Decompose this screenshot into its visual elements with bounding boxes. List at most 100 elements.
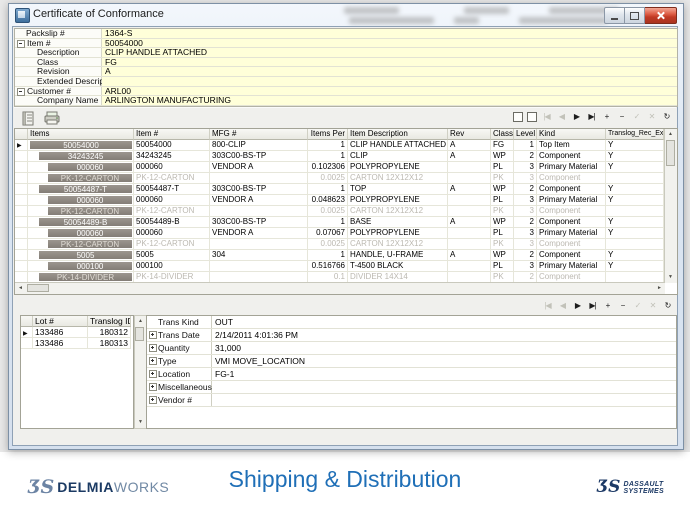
column-header-per[interactable]: Items Per	[308, 129, 348, 140]
detail-row[interactable]: TypeVMI MOVE_LOCATION	[147, 355, 676, 368]
column-header-tre[interactable]: Translog_Rec_Exist	[606, 129, 664, 140]
cell-items[interactable]: 000060	[28, 228, 134, 239]
scrollbar-thumb[interactable]	[135, 327, 144, 341]
cell-kind[interactable]: Component	[537, 151, 606, 162]
cell-level[interactable]: 3	[514, 195, 537, 206]
vertical-scrollbar[interactable]: ▲▼	[664, 129, 677, 283]
form-field-value[interactable]: ARLINGTON MANUFACTURING	[102, 96, 677, 105]
form-field-value[interactable]: A	[102, 67, 677, 76]
bom-tree-node[interactable]: 5005	[39, 251, 132, 259]
cell-desc[interactable]: CARTON 12X12X12	[348, 239, 448, 250]
cell-desc[interactable]: POLYPROPYLENE	[348, 162, 448, 173]
cell-item[interactable]: 000060	[134, 162, 210, 173]
expand-icon[interactable]	[149, 357, 157, 365]
form-field-value[interactable]: 1364-S	[102, 29, 677, 38]
cell-sel[interactable]	[15, 239, 28, 250]
column-header-lot[interactable]: Lot #	[33, 316, 88, 327]
cell-item[interactable]: 50054487-T	[134, 184, 210, 195]
cell-level[interactable]: 3	[514, 261, 537, 272]
cell-per[interactable]: 0.0025	[308, 239, 348, 250]
cell-sel[interactable]	[15, 184, 28, 195]
cell-items[interactable]: 5005	[28, 250, 134, 261]
cell-rev[interactable]	[448, 206, 491, 217]
cell-cls[interactable]: WP	[491, 217, 514, 228]
cell-sel[interactable]	[15, 217, 28, 228]
last-record-button[interactable]: ▶|	[586, 111, 597, 123]
cell-mfg[interactable]: VENDOR A	[210, 162, 308, 173]
cell-rev[interactable]: A	[448, 140, 491, 151]
detail-value[interactable]: 2/14/2011 4:01:36 PM	[215, 330, 676, 340]
table-row[interactable]: 000060000060VENDOR A0.07067POLYPROPYLENE…	[15, 228, 677, 239]
cell-sel[interactable]	[15, 162, 28, 173]
detail-value[interactable]: FG-1	[215, 369, 676, 379]
cell-rev[interactable]: A	[448, 217, 491, 228]
table-row[interactable]: PK-12-CARTONPK-12-CARTON0.0025CARTON 12X…	[15, 173, 677, 184]
cell-tre[interactable]: Y	[606, 184, 664, 195]
cell-cls[interactable]: WP	[491, 151, 514, 162]
cell-sel[interactable]	[15, 195, 28, 206]
bom-tree-node[interactable]: 50054489-B	[39, 218, 132, 226]
detail-row[interactable]: Quantity31,000	[147, 342, 676, 355]
cell-sel[interactable]	[15, 228, 28, 239]
cell-sel[interactable]	[21, 338, 33, 349]
cell-level[interactable]: 3	[514, 228, 537, 239]
cell-items[interactable]: PK-12-CARTON	[28, 173, 134, 184]
cell-cls[interactable]: PK	[491, 206, 514, 217]
cell-cls[interactable]: PL	[491, 228, 514, 239]
detail-value[interactable]: OUT	[215, 317, 676, 327]
cell-rev[interactable]: A	[448, 250, 491, 261]
cell-tre[interactable]: Y	[606, 228, 664, 239]
column-header-kind[interactable]: Kind	[537, 129, 606, 140]
form-field-value[interactable]: 50054000	[102, 39, 677, 48]
first-record-button[interactable]: |◀	[542, 300, 553, 312]
horizontal-scrollbar[interactable]: ◄►	[15, 282, 665, 294]
bom-tree-node[interactable]: 000060	[48, 163, 132, 171]
cell-mfg[interactable]: VENDOR A	[210, 228, 308, 239]
report-button[interactable]	[19, 110, 36, 126]
prior-record-button[interactable]: ◀	[557, 300, 568, 312]
cell-translog[interactable]: 180312	[88, 327, 131, 338]
table-row[interactable]: PK-12-CARTONPK-12-CARTON0.0025CARTON 12X…	[15, 239, 677, 250]
cell-cls[interactable]: PL	[491, 261, 514, 272]
bom-tree-node[interactable]: 50054487-T	[39, 185, 132, 193]
cell-kind[interactable]: Component	[537, 184, 606, 195]
column-header-desc[interactable]: Item Description	[348, 129, 448, 140]
detail-row[interactable]: Trans Date2/14/2011 4:01:36 PM	[147, 329, 676, 342]
cell-rev[interactable]: A	[448, 151, 491, 162]
detail-row[interactable]: Trans KindOUT	[147, 316, 676, 329]
table-row[interactable]: 0001000001000.516766T-4500 BLACKPL3Prima…	[15, 261, 677, 272]
cell-cls[interactable]: PK	[491, 239, 514, 250]
form-field-value[interactable]: CLIP HANDLE ATTACHED	[102, 48, 677, 57]
cell-cls[interactable]: WP	[491, 184, 514, 195]
cell-rev[interactable]	[448, 261, 491, 272]
delete-record-button[interactable]: −	[616, 111, 627, 123]
cell-per[interactable]: 1	[308, 250, 348, 261]
detail-row[interactable]: Miscellaneous	[147, 381, 676, 394]
first-record-button[interactable]: |◀	[541, 111, 552, 123]
cell-desc[interactable]: TOP	[348, 184, 448, 195]
cell-item[interactable]: PK-12-CARTON	[134, 173, 210, 184]
cell-rev[interactable]	[448, 162, 491, 173]
cell-items[interactable]: 50054489-B	[28, 217, 134, 228]
cell-kind[interactable]: Primary Material	[537, 195, 606, 206]
cell-mfg[interactable]: 800-CLIP	[210, 140, 308, 151]
cell-rev[interactable]	[448, 173, 491, 184]
cell-tre[interactable]: Y	[606, 162, 664, 173]
cell-tre[interactable]: Y	[606, 217, 664, 228]
scroll-right-icon[interactable]: ►	[654, 283, 665, 294]
cell-mfg[interactable]: 303C00-BS-TP	[210, 184, 308, 195]
cell-level[interactable]: 3	[514, 239, 537, 250]
cell-per[interactable]: 1	[308, 140, 348, 151]
cell-per[interactable]: 0.048623	[308, 195, 348, 206]
detail-row[interactable]: LocationFG-1	[147, 368, 676, 381]
collapse-icon[interactable]	[17, 88, 25, 96]
cell-desc[interactable]: POLYPROPYLENE	[348, 228, 448, 239]
bom-tree-node[interactable]: PK-14-DIVIDER	[39, 273, 132, 281]
bom-tree-node[interactable]: PK-12-CARTON	[48, 207, 132, 215]
column-header-item[interactable]: Item #	[134, 129, 210, 140]
next-record-button[interactable]: ▶	[571, 111, 582, 123]
maximize-button[interactable]	[625, 7, 645, 24]
table-row[interactable]: 000060000060VENDOR A0.048623POLYPROPYLEN…	[15, 195, 677, 206]
collapse-icon[interactable]	[17, 40, 25, 48]
bom-tree-node[interactable]: PK-12-CARTON	[48, 174, 132, 182]
